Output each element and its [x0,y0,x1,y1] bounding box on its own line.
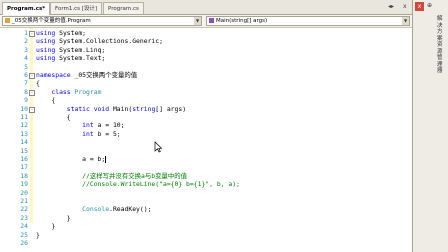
member-combo[interactable]: Main(string[] args) ▼ [206,16,410,26]
code-line[interactable]: 26 [0,239,410,248]
tab-scroll-icon[interactable]: ◂▸ [388,3,394,11]
tab-program-cs-modified[interactable]: Program.cs* [2,2,51,15]
solution-explorer-panel: x ⊕ 解决方案资源管理器 [412,0,448,252]
collapse-icon[interactable]: - [29,73,35,79]
class-combo-value: _05交换两个变量的值.Program [12,18,91,24]
chevron-down-icon: ▼ [194,17,201,25]
class-combo[interactable]: _05交换两个变量的值.Program ▼ [2,16,202,26]
pin-icon[interactable]: ⊕ [427,2,432,9]
collapse-icon[interactable]: - [29,89,35,96]
solution-explorer-tab[interactable]: 解决方案资源管理器 [437,16,445,75]
tab-form1-designer[interactable]: Form1.cs [设计] [50,2,103,14]
close-icon[interactable]: x [415,2,424,11]
tab-program-cs[interactable]: Program.cs [103,2,144,14]
member-combo-value: Main(string[] args) [216,18,268,24]
method-icon [209,18,214,23]
collapse-icon[interactable]: - [29,31,35,37]
line-number: 26 [20,239,28,247]
class-icon [5,18,10,23]
mouse-pointer-icon [154,141,162,153]
code-editor[interactable]: 1- using System; 2 using System.Collections… [0,28,412,252]
ide-window: Program.cs* Form1.cs [设计] Program.cs ◂▸ … [0,0,448,252]
navigation-bar: _05交换两个变量的值.Program ▼ Main(string[] args… [0,15,412,28]
collapse-icon[interactable]: - [29,106,35,113]
document-tab-strip: Program.cs* Form1.cs [设计] Program.cs ◂▸ … [0,0,412,15]
tab-close-icon[interactable]: x [403,3,407,11]
chevron-down-icon: ▼ [402,17,409,25]
